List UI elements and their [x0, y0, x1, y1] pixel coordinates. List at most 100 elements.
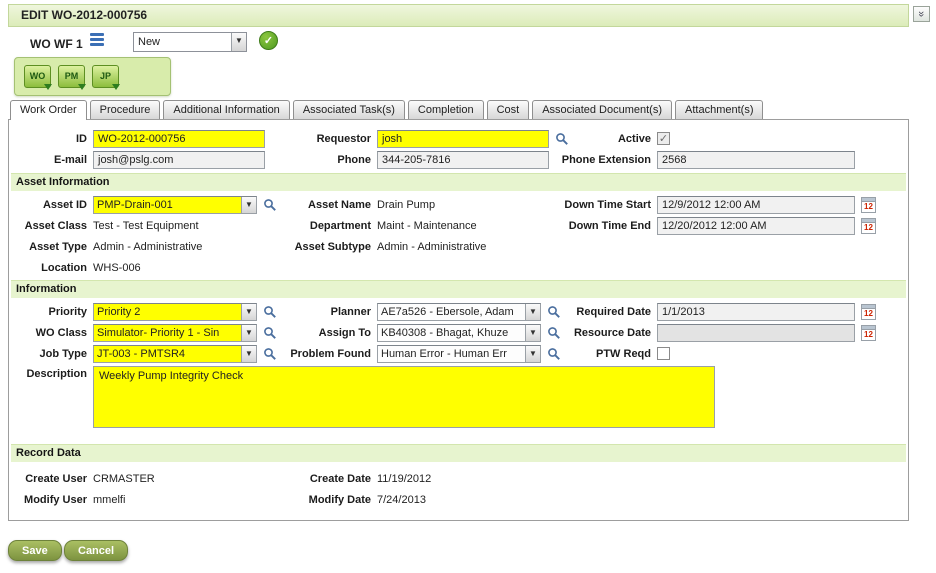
- problem-found-value: Human Error - Human Err: [381, 348, 507, 360]
- assign-to-value: KB40308 - Bhagat, Khuze: [381, 327, 509, 339]
- copy-jp-label: JP: [99, 71, 111, 81]
- workflow-ok-icon[interactable]: [259, 31, 278, 50]
- priority-value: Priority 2: [94, 304, 241, 320]
- copy-pm-button[interactable]: PM: [58, 65, 86, 90]
- down-time-start-input[interactable]: 12/9/2012 12:00 AM: [657, 196, 855, 214]
- tab-procedure[interactable]: Procedure: [89, 100, 161, 119]
- download-arrow-icon: [44, 84, 52, 90]
- asset-type-label: Asset Type: [29, 241, 87, 253]
- asset-class-label: Asset Class: [24, 220, 87, 232]
- description-textarea[interactable]: Weekly Pump Integrity Check: [93, 366, 715, 428]
- priority-select[interactable]: Priority 2: [93, 303, 257, 321]
- wo-class-label: WO Class: [35, 327, 87, 339]
- asset-class-value: Test - Test Equipment: [93, 220, 199, 232]
- tab-associated-tasks[interactable]: Associated Task(s): [292, 100, 405, 119]
- form-row: Description Weekly Pump Integrity Check: [9, 366, 908, 432]
- form-row: ID WO-2012-000756 Requestor josh Active: [9, 130, 908, 151]
- required-date-input[interactable]: 1/1/2013: [657, 303, 855, 321]
- create-user-label: Create User: [25, 473, 87, 485]
- dropdown-arrow-icon[interactable]: [231, 33, 246, 51]
- form-row: Priority Priority 2 Planner AE7a526 - Eb…: [9, 303, 908, 324]
- assign-to-label: Assign To: [318, 327, 371, 339]
- workflow-label: WO WF 1: [30, 37, 83, 51]
- resource-date-label: Resource Date: [573, 327, 651, 339]
- down-time-start-label: Down Time Start: [564, 199, 651, 211]
- tab-work-order[interactable]: Work Order: [10, 100, 87, 120]
- work-order-panel: ID WO-2012-000756 Requestor josh Active …: [8, 119, 909, 521]
- workflow-status-select[interactable]: New: [133, 32, 247, 52]
- workflow-status-value: New: [138, 36, 161, 48]
- tab-strip: Work Order Procedure Additional Informat…: [10, 100, 764, 120]
- dropdown-arrow-icon[interactable]: [241, 346, 256, 362]
- job-type-label: Job Type: [39, 348, 87, 360]
- planner-label: Planner: [330, 306, 371, 318]
- download-arrow-icon: [78, 84, 86, 90]
- wo-class-value: Simulator- Priority 1 - Sin: [94, 325, 241, 341]
- dropdown-arrow-icon[interactable]: [241, 197, 256, 213]
- asset-name-label: Asset Name: [308, 199, 371, 211]
- email-input[interactable]: josh@pslg.com: [93, 151, 265, 169]
- asset-information-header: Asset Information: [11, 173, 906, 191]
- email-label: E-mail: [53, 154, 87, 166]
- download-arrow-icon: [112, 84, 120, 90]
- form-row: Asset Type Admin - Administrative Asset …: [9, 238, 908, 259]
- planner-value: AE7a526 - Ebersole, Adam: [381, 306, 514, 318]
- ptw-reqd-label: PTW Reqd: [596, 348, 651, 360]
- asset-type-value: Admin - Administrative: [93, 241, 203, 253]
- dropdown-arrow-icon[interactable]: [241, 325, 256, 341]
- copy-jp-button[interactable]: JP: [92, 65, 120, 90]
- cancel-button[interactable]: Cancel: [64, 540, 129, 561]
- calendar-icon[interactable]: 12: [861, 325, 876, 341]
- calendar-icon[interactable]: 12: [861, 304, 876, 320]
- calendar-icon[interactable]: 12: [861, 197, 876, 213]
- phone-label: Phone: [337, 154, 371, 166]
- required-date-label: Required Date: [576, 306, 651, 318]
- assign-to-select[interactable]: KB40308 - Bhagat, Khuze: [377, 324, 541, 342]
- resource-date-input[interactable]: [657, 324, 855, 342]
- tab-additional-information[interactable]: Additional Information: [163, 100, 290, 119]
- modify-user-label: Modify User: [24, 494, 87, 506]
- tab-cost[interactable]: Cost: [486, 100, 530, 119]
- tab-completion[interactable]: Completion: [407, 100, 484, 119]
- asset-name-value: Drain Pump: [377, 199, 436, 211]
- description-label: Description: [26, 368, 87, 380]
- tab-attachments[interactable]: Attachment(s): [675, 100, 764, 119]
- planner-select[interactable]: AE7a526 - Ebersole, Adam: [377, 303, 541, 321]
- down-time-end-input[interactable]: 12/20/2012 12:00 AM: [657, 217, 855, 235]
- priority-label: Priority: [48, 306, 87, 318]
- problem-found-select[interactable]: Human Error - Human Err: [377, 345, 541, 363]
- copy-wo-label: WO: [29, 71, 46, 81]
- copy-wo-button[interactable]: WO: [24, 65, 52, 90]
- asset-id-select[interactable]: PMP-Drain-001: [93, 196, 257, 214]
- asset-subtype-value: Admin - Administrative: [377, 241, 487, 253]
- copy-toolbar: WO PM JP: [14, 57, 171, 96]
- collapse-button[interactable]: [913, 6, 930, 22]
- record-data-header: Record Data: [11, 444, 906, 462]
- job-type-select[interactable]: JT-003 - PMTSR4: [93, 345, 257, 363]
- create-date-label: Create Date: [309, 473, 371, 485]
- workflow-list-icon[interactable]: [90, 33, 104, 46]
- active-checkbox[interactable]: [657, 132, 670, 145]
- form-row: WO Class Simulator- Priority 1 - Sin Ass…: [9, 324, 908, 345]
- form-row: Asset Class Test - Test Equipment Depart…: [9, 217, 908, 238]
- save-button[interactable]: Save: [8, 540, 62, 561]
- location-value: WHS-006: [93, 262, 141, 274]
- phone-extension-input[interactable]: 2568: [657, 151, 855, 169]
- modify-date-label: Modify Date: [308, 494, 371, 506]
- page-title: EDIT WO-2012-000756: [21, 8, 148, 22]
- wo-class-select[interactable]: Simulator- Priority 1 - Sin: [93, 324, 257, 342]
- dropdown-arrow-icon[interactable]: [241, 304, 256, 320]
- double-chevron-icon: [915, 11, 929, 17]
- form-row: Asset ID PMP-Drain-001 Asset Name Drain …: [9, 196, 908, 217]
- window-titlebar: EDIT WO-2012-000756: [8, 4, 909, 27]
- department-label: Department: [309, 220, 371, 232]
- create-user-value: CRMASTER: [93, 473, 155, 485]
- modify-user-value: mmelfi: [93, 494, 126, 506]
- department-value: Maint - Maintenance: [377, 220, 477, 232]
- id-input[interactable]: WO-2012-000756: [93, 130, 265, 148]
- tab-associated-documents[interactable]: Associated Document(s): [532, 100, 673, 119]
- calendar-icon[interactable]: 12: [861, 218, 876, 234]
- active-label: Active: [617, 133, 651, 145]
- ptw-reqd-checkbox[interactable]: [657, 347, 670, 360]
- phone-extension-label: Phone Extension: [561, 154, 651, 166]
